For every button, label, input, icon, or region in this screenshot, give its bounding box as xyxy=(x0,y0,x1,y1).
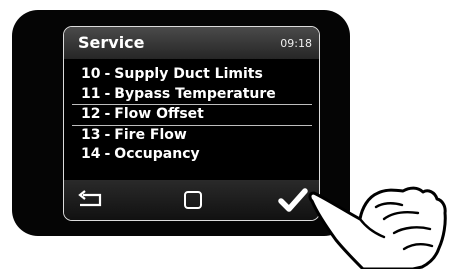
home-button[interactable] xyxy=(181,188,205,212)
menu-item-separator: - xyxy=(104,126,111,143)
menu-item-bypass-temperature[interactable]: 11- Bypass Temperature xyxy=(76,85,308,105)
back-button[interactable] xyxy=(74,188,108,212)
pointing-hand-icon xyxy=(308,186,447,269)
menu-item-label: Supply Duct Limits xyxy=(114,66,263,82)
header-bar: Service 09:18 xyxy=(64,27,319,59)
back-arrow-icon xyxy=(78,190,102,207)
square-icon xyxy=(184,191,202,209)
menu-item-fire-flow[interactable]: 13- Fire Flow xyxy=(76,126,308,146)
screen-title: Service xyxy=(78,33,145,52)
menu-item-separator: - xyxy=(104,66,111,82)
menu-item-number: 12 xyxy=(81,106,101,123)
menu-item-number: 11 xyxy=(81,85,101,102)
menu-item-occupancy[interactable]: 14- Occupancy xyxy=(76,145,308,165)
clock-time: 09:18 xyxy=(280,37,312,50)
menu-item-number: 14 xyxy=(81,146,101,163)
menu-item-label: Bypass Temperature xyxy=(114,85,276,102)
menu-item-number: 13 xyxy=(81,126,101,143)
menu-item-label: Flow Offset xyxy=(114,106,204,123)
menu-item-flow-offset[interactable]: 12- Flow Offset xyxy=(72,104,312,126)
menu-item-separator: - xyxy=(104,106,111,123)
menu-item-supply-duct-limits[interactable]: 10- Supply Duct Limits xyxy=(76,65,308,85)
menu-item-separator: - xyxy=(104,146,111,163)
menu-item-label: Occupancy xyxy=(114,146,200,163)
menu-item-number: 10 xyxy=(81,66,101,82)
menu-item-label: Fire Flow xyxy=(114,126,187,143)
service-menu-list: 10- Supply Duct Limits 11- Bypass Temperat… xyxy=(72,65,312,165)
touch-screen: Service 09:18 10- Supply Duct Limits 11- B… xyxy=(63,26,320,221)
menu-item-separator: - xyxy=(104,85,111,102)
bottom-toolbar xyxy=(64,180,319,220)
